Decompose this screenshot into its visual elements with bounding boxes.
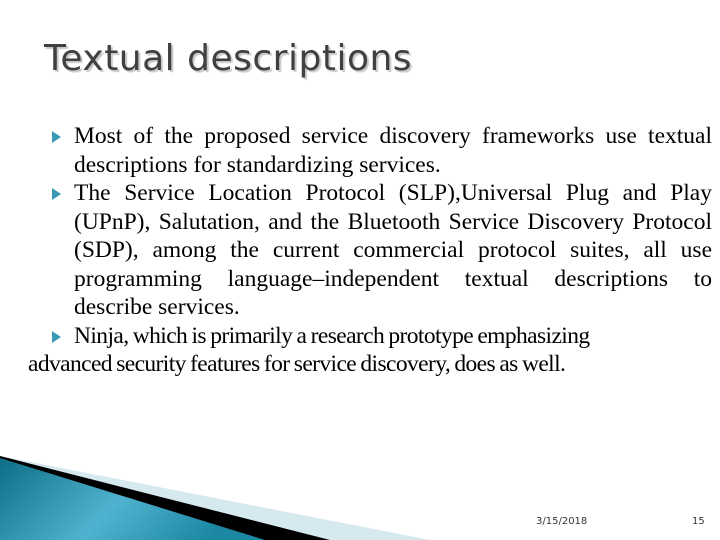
decorative-wave-graphic (0, 456, 430, 540)
bullet-item: The Service Location Protocol (SLP),Univ… (22, 179, 712, 322)
footer-date: 3/15/2018 (536, 516, 588, 527)
bullet-text-line-1: Ninja, which is primarily a research pro… (74, 322, 590, 349)
footer-page-number: 15 (692, 516, 705, 527)
bullet-item: Ninja, which is primarily a research pro… (22, 322, 712, 379)
slide-title: Textual descriptions (44, 38, 413, 79)
triangle-bullet-icon (52, 330, 61, 343)
slide-body: Most of the proposed service discovery f… (22, 122, 712, 379)
bullet-text: Most of the proposed service discovery f… (74, 123, 712, 178)
triangle-bullet-icon (52, 188, 61, 200)
bullet-text-line-2: advanced security features for service d… (28, 351, 566, 377)
bullet-item: Most of the proposed service discovery f… (22, 122, 712, 179)
triangle-bullet-icon (52, 131, 61, 143)
bullet-text: The Service Location Protocol (SLP),Univ… (74, 180, 712, 320)
